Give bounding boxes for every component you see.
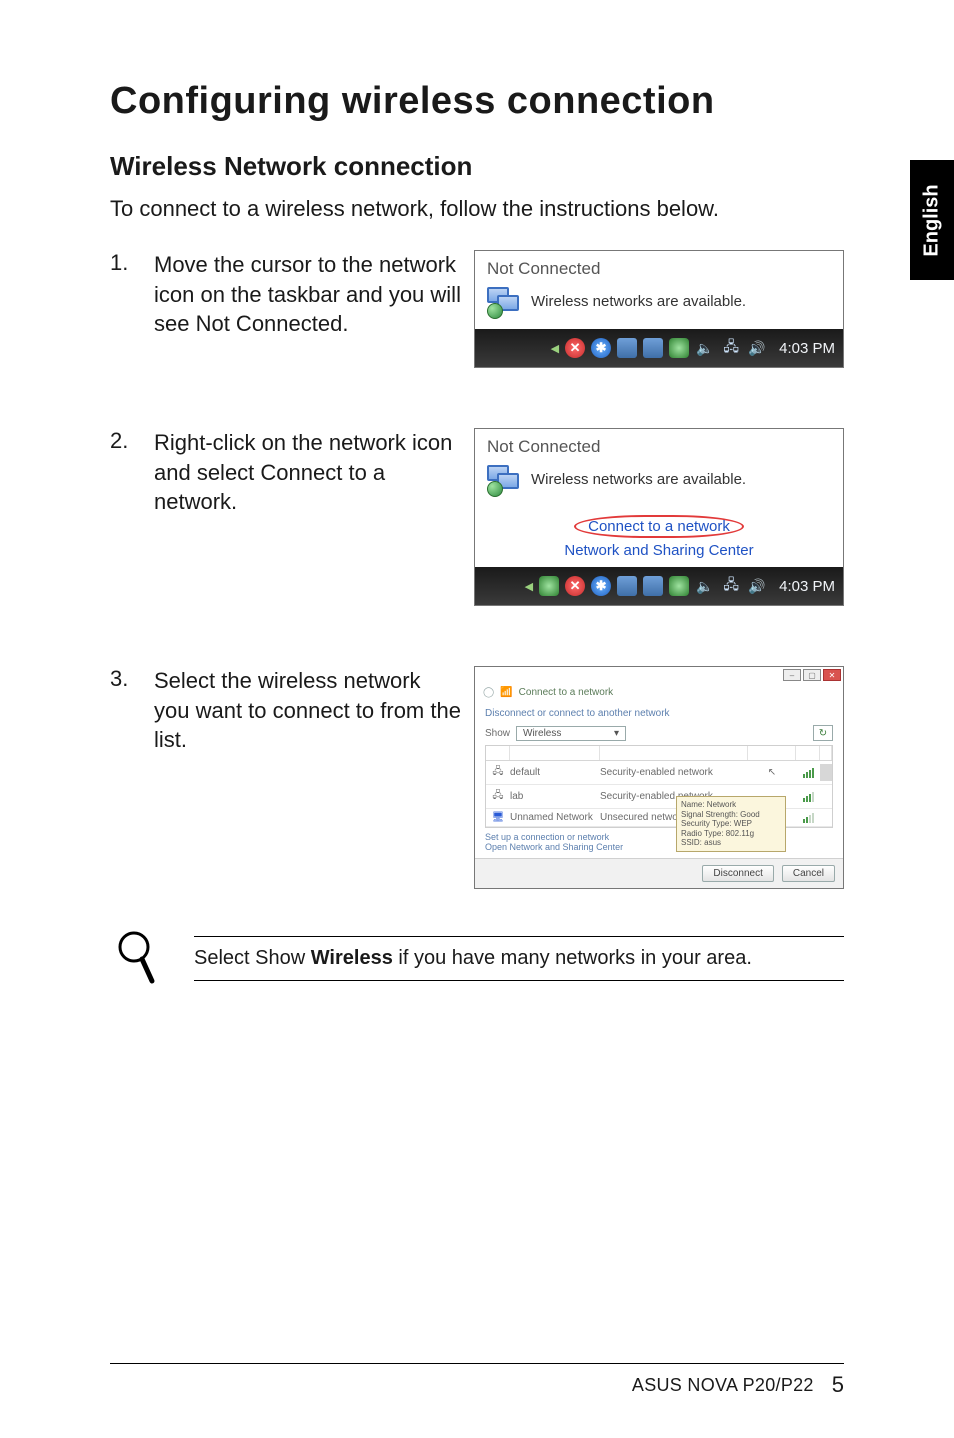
step-1: 1. Move the cursor to the network icon o… — [110, 250, 844, 368]
taskbar: ◀ ✕ ✱ 🔈 🖧 🔊 4:03 PM — [475, 567, 843, 605]
dialog-prompt: Disconnect or connect to another network — [485, 708, 833, 719]
tray-app-icon[interactable] — [617, 338, 637, 358]
tray-clock[interactable]: 4:03 PM — [779, 340, 835, 357]
step-text: Select the wireless network you want to … — [154, 666, 474, 755]
language-tab: English — [910, 160, 954, 280]
tray-network-icon[interactable]: 🖧 — [721, 576, 741, 596]
footer-page-number: 5 — [832, 1372, 844, 1398]
tray-misc-icon[interactable] — [669, 576, 689, 596]
context-menu-figure: Not Connected Wireless networks are avai… — [474, 428, 844, 606]
tray-volume-low-icon[interactable]: 🔈 — [695, 576, 715, 596]
step-3: 3. Select the wireless network you want … — [110, 666, 844, 889]
taskbar: ◀ ✕ ✱ 🔈 🖧 🔊 4:03 PM — [475, 329, 843, 367]
step-number: 1. — [110, 250, 154, 276]
dialog-footer: Disconnect Cancel — [475, 858, 843, 888]
page-footer: ASUS NOVA P20/P22 5 — [110, 1363, 844, 1398]
tooltip-title: Not Connected — [475, 429, 843, 461]
window-close-icon[interactable]: ✕ — [823, 669, 841, 681]
tray-battery-icon[interactable] — [643, 576, 663, 596]
signal-icon: 📶 — [500, 687, 512, 698]
scrollbar-thumb[interactable] — [820, 764, 832, 781]
tray-clock[interactable]: 4:03 PM — [779, 578, 835, 595]
tray-app-icon[interactable] — [617, 576, 637, 596]
network-icon: 🖧 — [486, 788, 510, 805]
footer-product: ASUS NOVA P20/P22 — [632, 1375, 814, 1396]
figure-2: Not Connected Wireless networks are avai… — [474, 428, 844, 606]
connect-network-dialog: – ▢ ✕ ◯ 📶 Connect to a network Disconnec… — [474, 666, 844, 889]
show-filter-value: Wireless — [523, 728, 561, 739]
tip-pre: Select Show — [194, 947, 311, 969]
intro-text: To connect to a wireless network, follow… — [110, 196, 844, 222]
menu-network-sharing-center[interactable]: Network and Sharing Center — [475, 540, 843, 561]
chevron-down-icon: ▾ — [614, 728, 619, 739]
page-heading: Configuring wireless connection — [110, 80, 844, 123]
network-globe-icon — [487, 287, 521, 315]
tip-text: Select Show Wireless if you have many ne… — [194, 936, 844, 981]
dialog-header: ◯ 📶 Connect to a network — [475, 683, 843, 702]
cursor-icon: ↖ — [748, 767, 796, 778]
network-name: default — [510, 767, 600, 778]
network-tooltip: Name: Network Signal Strength: Good Secu… — [676, 796, 786, 852]
tray-expand-icon[interactable]: ◀ — [551, 342, 559, 355]
tooltip-not-connected: Not Connected Wireless networks are avai… — [474, 250, 844, 368]
step-number: 2. — [110, 428, 154, 454]
network-name: lab — [510, 791, 600, 802]
tray-expand-icon[interactable]: ◀ — [525, 580, 533, 593]
tray-alert-icon[interactable]: ✕ — [565, 576, 585, 596]
tray-shield-icon[interactable] — [539, 576, 559, 596]
window-maximize-icon[interactable]: ▢ — [803, 669, 821, 681]
language-tab-label: English — [921, 184, 944, 256]
back-arrow-icon[interactable]: ◯ — [483, 687, 494, 698]
tray-misc-icon[interactable] — [669, 338, 689, 358]
tray-network-icon[interactable]: 🖧 — [721, 338, 741, 358]
tray-volume-icon[interactable]: 🔊 — [747, 576, 767, 596]
tray-alert-icon[interactable]: ✕ — [565, 338, 585, 358]
network-desc: Security-enabled network — [600, 767, 748, 778]
context-menu: Connect to a network Network and Sharing… — [475, 507, 843, 567]
tip-note: Select Show Wireless if you have many ne… — [110, 929, 844, 987]
tooltip-subtitle: Wireless networks are available. — [531, 471, 746, 488]
figure-3: – ▢ ✕ ◯ 📶 Connect to a network Disconnec… — [474, 666, 844, 889]
tip-bold: Wireless — [311, 947, 393, 969]
magnifier-icon — [110, 929, 166, 987]
page: English Configuring wireless connection … — [0, 0, 954, 1438]
network-name: Unnamed Network — [510, 812, 600, 823]
disconnect-button[interactable]: Disconnect — [702, 865, 773, 882]
window-minimize-icon[interactable]: – — [783, 669, 801, 681]
tray-volume-low-icon[interactable]: 🔈 — [695, 338, 715, 358]
step-text: Right-click on the network icon and sele… — [154, 428, 474, 517]
network-globe-icon — [487, 465, 521, 493]
tip-post: if you have many networks in your area. — [393, 947, 752, 969]
tooltip-title: Not Connected — [475, 251, 843, 283]
network-icon: 🖧 — [486, 764, 510, 781]
figure-1: Not Connected Wireless networks are avai… — [474, 250, 844, 368]
signal-strength-icon — [803, 768, 814, 778]
step-text: Move the cursor to the network icon on t… — [154, 250, 474, 339]
refresh-button[interactable]: ↻ — [813, 725, 833, 741]
step-number: 3. — [110, 666, 154, 692]
tooltip-subtitle: Wireless networks are available. — [531, 293, 746, 310]
tray-battery-icon[interactable] — [643, 338, 663, 358]
network-list: 🖧 default Security-enabled network ↖ 🖧 l… — [485, 745, 833, 828]
step-2: 2. Right-click on the network icon and s… — [110, 428, 844, 606]
show-label: Show — [485, 728, 510, 739]
section-heading: Wireless Network connection — [110, 151, 844, 182]
tray-bluetooth-icon[interactable]: ✱ — [591, 576, 611, 596]
network-list-item[interactable]: 🖧 default Security-enabled network ↖ — [486, 761, 832, 785]
tray-bluetooth-icon[interactable]: ✱ — [591, 338, 611, 358]
signal-strength-icon — [803, 792, 814, 802]
dialog-title: Connect to a network — [519, 687, 614, 698]
show-filter-select[interactable]: Wireless ▾ — [516, 726, 626, 741]
computer-icon: 🖥 — [486, 812, 510, 823]
tray-volume-icon[interactable]: 🔊 — [747, 338, 767, 358]
cancel-button[interactable]: Cancel — [782, 865, 835, 882]
highlight-oval-icon: Connect to a network — [574, 515, 744, 538]
window-titlebar: – ▢ ✕ — [475, 667, 843, 683]
menu-connect-network[interactable]: Connect to a network — [475, 513, 843, 540]
signal-strength-icon — [803, 813, 814, 823]
